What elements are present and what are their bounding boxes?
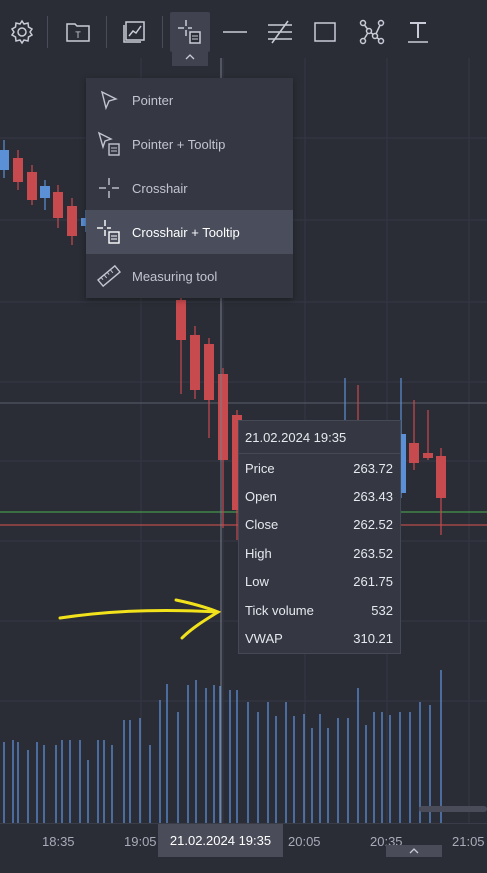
tooltip-value: 262.52 [353,517,393,532]
tooltip-row-close: Close 262.52 [245,517,393,535]
chevron-up-icon [185,54,195,60]
svg-text:T: T [75,30,81,40]
tooltip-row-vwap: VWAP 310.21 [245,631,393,649]
cursor-mode-menu: Pointer Pointer + Tooltip Crosshair Cros… [86,78,293,298]
tooltip-value: 263.43 [353,489,393,504]
horizontal-line-icon [223,31,247,33]
tooltip-value: 532 [371,603,393,618]
chart-type-icon [123,21,145,43]
candle-body [13,158,23,182]
annotation-arrow-head [174,598,222,640]
candle-body [40,186,50,198]
tooltip-row-open: Open 263.43 [245,489,393,507]
rectangle-button[interactable] [305,12,345,52]
templates-button[interactable]: T [58,12,98,52]
candle-body [53,192,63,218]
tooltip-label: Price [245,461,275,476]
template-icon: T [66,23,90,42]
pointer-icon [96,87,122,113]
candle-body [67,206,77,236]
tooltip-label: VWAP [245,631,283,646]
candle-body [218,374,228,460]
candle-body [0,150,9,170]
menu-item-label: Crosshair [132,180,188,196]
pointer-tooltip-icon [96,131,122,157]
candle-body [27,172,37,200]
menu-item-crosshair-tooltip[interactable]: Crosshair + Tooltip [86,210,293,254]
horizontal-line-button[interactable] [215,12,255,52]
tooltip-label: Close [245,517,279,532]
chart-type-button[interactable] [114,12,154,52]
trend-lines-icon [268,20,292,44]
crosshair-icon [96,175,122,201]
gear-icon [10,19,34,45]
tooltip-value: 263.72 [353,461,393,476]
tooltip-row-tick-volume: Tick volume 532 [245,603,393,621]
candle-body [436,456,446,498]
horizontal-scrollbar[interactable] [419,806,487,812]
menu-item-label: Measuring tool [132,268,218,284]
rectangle-icon [314,22,336,42]
tooltip-value: 263.52 [353,546,393,561]
time-tick: 19:05 [124,834,157,849]
tooltip-label: Open [245,489,277,504]
chevron-up-icon [409,848,419,854]
menu-item-label: Pointer + Tooltip [132,136,226,152]
crosshair-tooltip-icon [178,20,201,44]
time-tick: 20:05 [288,834,321,849]
ruler-icon [96,263,122,289]
crosshair-time-label: 21.02.2024 19:35 [158,824,283,857]
menu-item-pointer[interactable]: Pointer [86,78,293,122]
annotation-arrow-shaft [58,608,220,620]
crosshair-tooltip: 21.02.2024 19:35 Price 263.72 Open 263.4… [238,420,401,654]
tooltip-divider [239,453,400,454]
menu-item-measuring-tool[interactable]: Measuring tool [86,254,293,298]
time-tick: 18:35 [42,834,75,849]
time-tick: 21:05 [452,834,485,849]
tooltip-label: Low [245,574,269,589]
pattern-icon [359,19,385,45]
cursor-mode-button[interactable] [170,12,210,52]
collapse-toolbar-button[interactable] [172,48,208,66]
bottom-bar [0,857,487,873]
tooltip-date: 21.02.2024 19:35 [245,430,347,445]
menu-item-pointer-tooltip[interactable]: Pointer + Tooltip [86,122,293,166]
tooltip-label: Tick volume [245,603,314,618]
expand-panel-button[interactable] [386,845,442,857]
text-button[interactable] [398,12,438,52]
settings-button[interactable] [2,12,42,52]
trend-lines-button[interactable] [260,12,300,52]
crosshair-tooltip-icon [96,219,122,245]
menu-item-label: Crosshair + Tooltip [132,224,240,240]
patterns-button[interactable] [352,12,392,52]
tooltip-row-low: Low 261.75 [245,574,393,592]
text-icon [408,22,428,43]
tooltip-label: High [245,546,272,561]
tooltip-value: 261.75 [353,574,393,589]
tooltip-row-high: High 263.52 [245,546,393,564]
drawing-toolbar: T [0,0,487,58]
tooltip-row-price: Price 263.72 [245,461,393,479]
candle-body [204,344,214,400]
candle-body [423,453,433,458]
menu-item-crosshair[interactable]: Crosshair [86,166,293,210]
candle-body [190,335,200,390]
tooltip-value: 310.21 [353,631,393,646]
candle-body [176,300,186,340]
candle-body [409,443,419,463]
menu-item-label: Pointer [132,92,174,108]
